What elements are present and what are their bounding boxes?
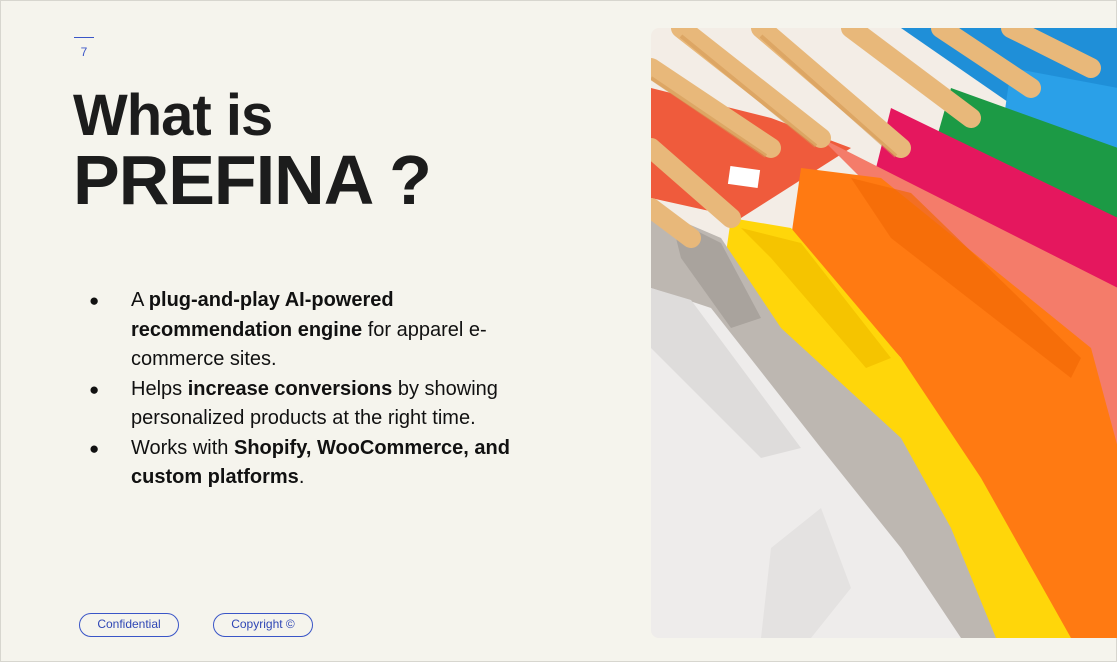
bullet-dot-icon: ● bbox=[89, 379, 100, 399]
page-number: 7 bbox=[80, 45, 88, 59]
confidential-badge: Confidential bbox=[79, 613, 179, 637]
slide-title: What is PREFINA ? bbox=[73, 83, 432, 219]
page-number-marker: 7 bbox=[74, 37, 94, 59]
bullet-text-bold: plug-and-play AI-powered recommendation … bbox=[131, 289, 394, 341]
page-number-rule bbox=[74, 37, 94, 38]
slide: 7 What is PREFINA ? ● A plug-and-play AI-… bbox=[0, 0, 1117, 662]
tshirts-photo bbox=[651, 28, 1117, 638]
bullet-text-bold: increase conversions bbox=[187, 377, 393, 400]
copyright-badge: Copyright © bbox=[213, 613, 313, 637]
bullet-text: Helps bbox=[131, 377, 188, 400]
title-line-1: What is bbox=[73, 83, 273, 148]
bullet-list: ● A plug-and-play AI-powered recommendati… bbox=[89, 286, 539, 493]
bullet-dot-icon: ● bbox=[89, 291, 100, 310]
bullet-text: . bbox=[298, 466, 305, 488]
bullet-text: A bbox=[131, 289, 149, 311]
bullet-text: Works with bbox=[131, 436, 234, 459]
bullet-item: ● Helps increase conversions by showing p… bbox=[89, 375, 539, 434]
bullet-item: ● A plug-and-play AI-powered recommendati… bbox=[89, 286, 539, 375]
bullet-dot-icon: ● bbox=[89, 438, 100, 458]
title-line-2: PREFINA ? bbox=[73, 141, 432, 219]
bullet-item: ● Works with Shopify, WooCommerce, and cu… bbox=[89, 434, 539, 493]
